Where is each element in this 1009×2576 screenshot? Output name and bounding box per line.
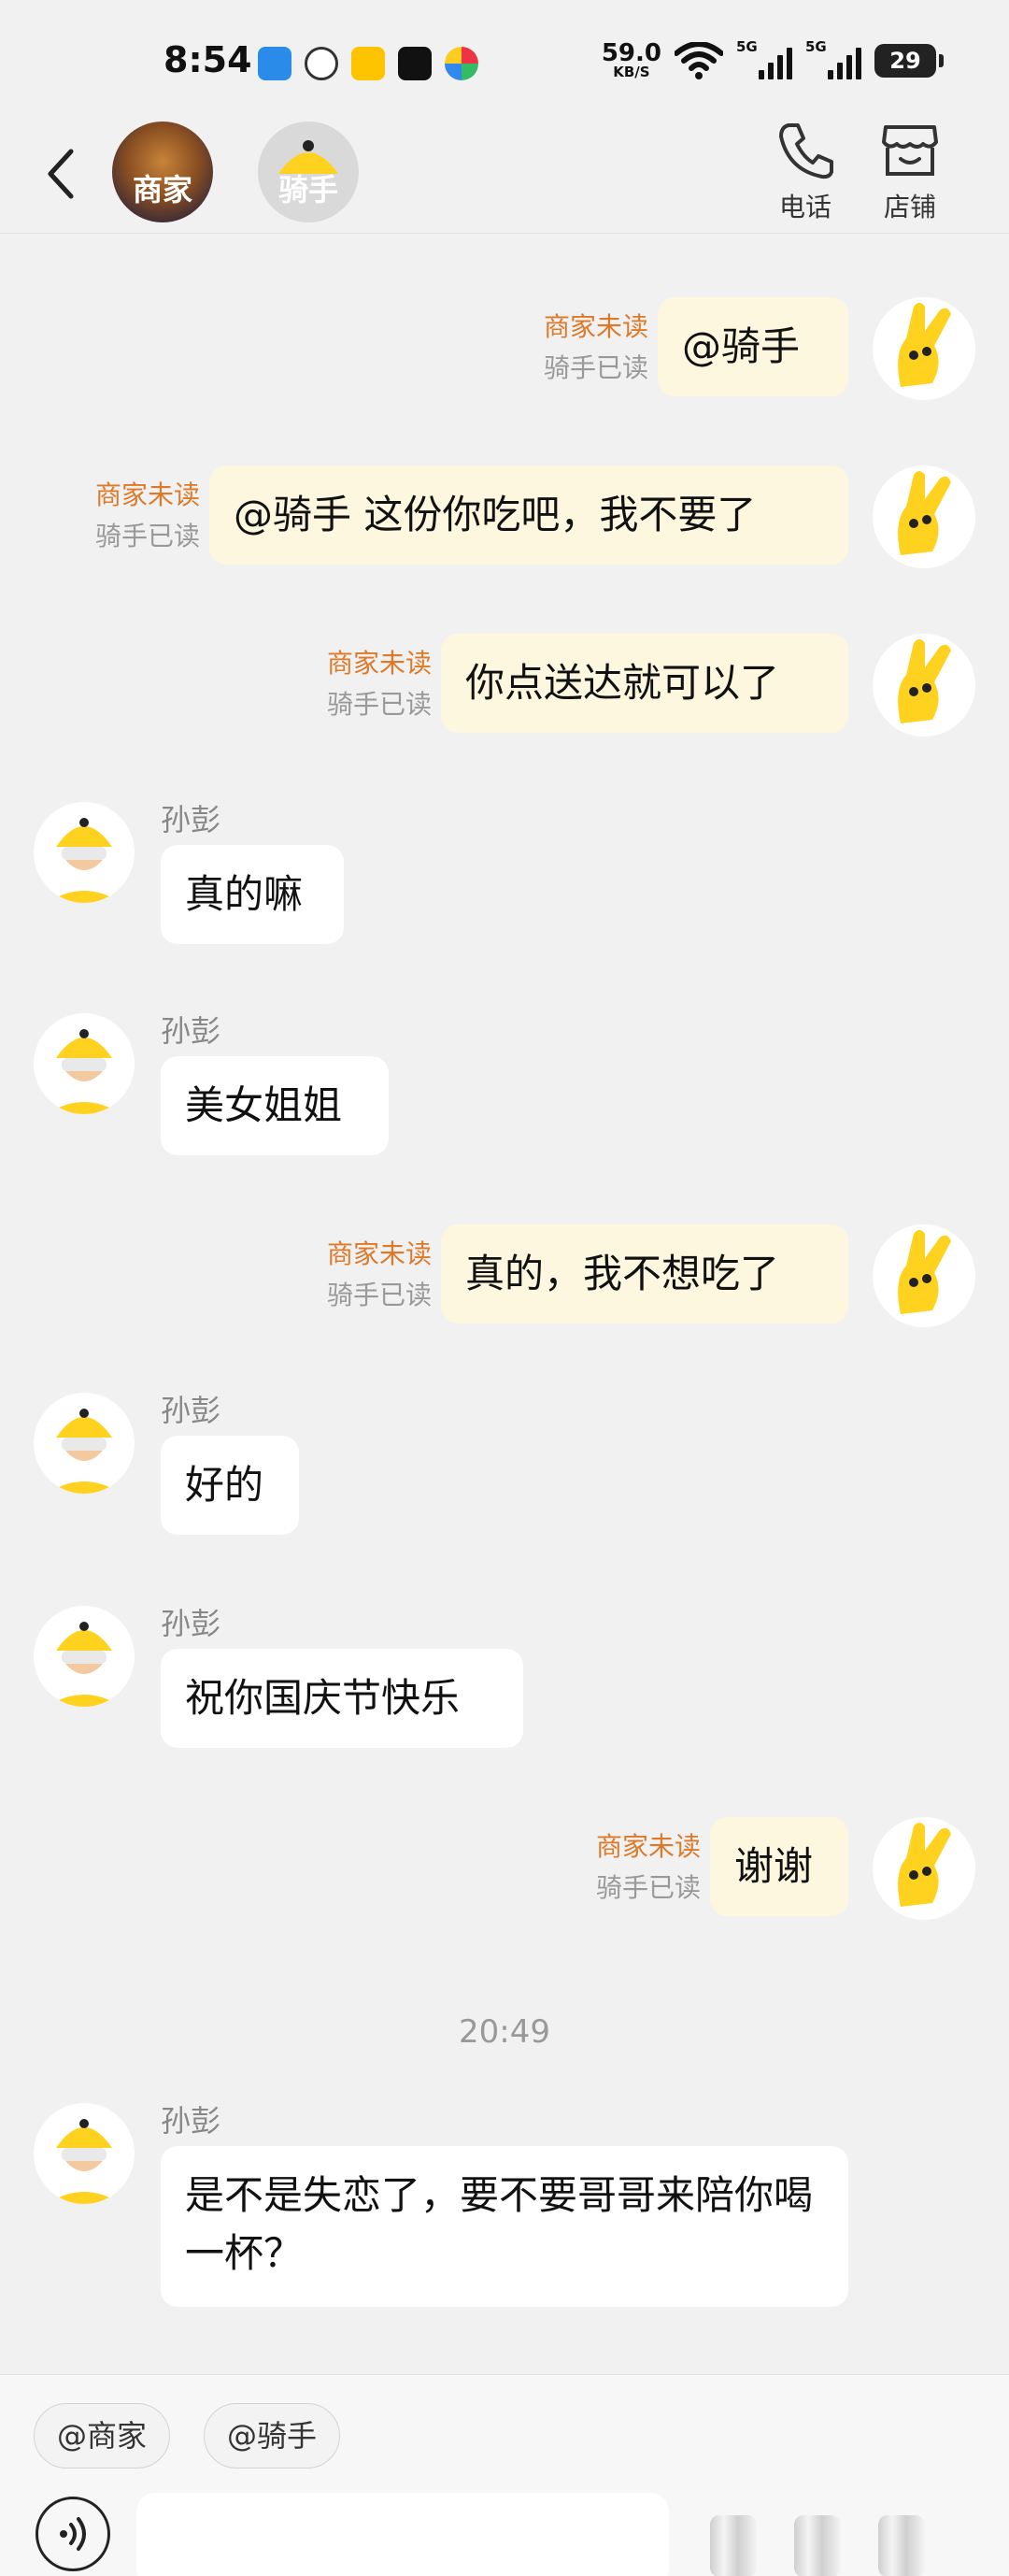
read-status: 商家未读 骑手已读 — [326, 648, 432, 720]
rider-face-icon — [47, 1029, 121, 1114]
notification-icons — [258, 47, 478, 80]
user-avatar[interactable] — [873, 634, 975, 737]
sender-name: 孙彭 — [161, 2103, 221, 2139]
incoming-message-bubble[interactable]: 真的嘛 — [161, 845, 344, 944]
rider-avatar-small[interactable] — [34, 1393, 135, 1494]
message-row: 商家未读 骑手已读 你点送达就可以了 — [0, 634, 1009, 737]
voice-icon — [60, 2517, 86, 2551]
back-arrow-icon[interactable] — [39, 146, 86, 202]
gesture-bar-hint — [710, 2515, 925, 2576]
read-status: 商家未读 骑手已读 — [543, 311, 648, 383]
chat-header: 商家 骑手 电话 店铺 — [0, 112, 1009, 234]
wifi-icon — [675, 41, 723, 79]
mention-merchant-chip[interactable]: @商家 — [34, 2403, 171, 2469]
mascot-hand-icon — [898, 471, 951, 555]
mention-rider-chip[interactable]: @骑手 — [204, 2403, 341, 2469]
outgoing-message-bubble[interactable]: 真的，我不想吃了 — [441, 1224, 848, 1324]
status-bar: 8:54 59.0 KB/S 5G 5G 29 — [0, 0, 1009, 122]
outgoing-message-bubble[interactable]: @骑手 — [658, 297, 848, 396]
message-row: 商家未读 骑手已读 真的，我不想吃了 — [0, 1224, 1009, 1327]
message-row: 商家未读 骑手已读 @骑手 这份你吃吧，我不要了 — [0, 465, 1009, 568]
incoming-message-bubble[interactable]: 好的 — [161, 1436, 299, 1535]
rider-avatar[interactable]: 骑手 — [258, 122, 359, 222]
phone-icon — [779, 123, 833, 179]
network-speed: 59.0 KB/S — [601, 39, 661, 80]
rider-face-icon — [47, 1409, 121, 1494]
sender-name: 孙彭 — [161, 802, 221, 837]
user-avatar[interactable] — [873, 297, 975, 400]
meituan-app-icon — [351, 47, 385, 80]
rider-avatar-small[interactable] — [34, 1013, 135, 1114]
rider-avatar-small[interactable] — [34, 2103, 135, 2204]
battery-icon: 29 — [874, 43, 944, 78]
outgoing-message-bubble[interactable]: 你点送达就可以了 — [441, 634, 848, 733]
read-status: 商家未读 骑手已读 — [326, 1238, 432, 1310]
message-row: 商家未读 骑手已读 @骑手 — [0, 297, 1009, 400]
outgoing-message-bubble[interactable]: 谢谢 — [710, 1817, 848, 1916]
incoming-message-bubble[interactable]: 是不是失恋了，要不要哥哥来陪你喝一杯？ — [161, 2146, 848, 2307]
message-row: 孙彭 好的 — [0, 1387, 1009, 1546]
mascot-hand-icon — [898, 1230, 951, 1314]
mascot-hand-icon — [898, 1823, 951, 1907]
read-status: 商家未读 骑手已读 — [94, 479, 200, 551]
fish-live-app-icon — [258, 47, 291, 80]
message-row: 商家未读 骑手已读 谢谢 — [0, 1817, 1009, 1920]
shop-icon — [882, 125, 938, 176]
message-row: 孙彭 真的嘛 — [0, 796, 1009, 955]
message-row: 孙彭 是不是失恋了，要不要哥哥来陪你喝一杯？ — [0, 2097, 1009, 2312]
read-status: 商家未读 骑手已读 — [595, 1831, 701, 1903]
status-time: 8:54 — [163, 39, 252, 80]
sender-name: 孙彭 — [161, 1013, 221, 1049]
message-row: 孙彭 美女姐姐 — [0, 1008, 1009, 1166]
incoming-message-bubble[interactable]: 美女姐姐 — [161, 1056, 389, 1155]
message-input[interactable] — [136, 2493, 669, 2576]
phone-button[interactable]: 电话 — [768, 122, 843, 224]
rider-avatar-small[interactable] — [34, 1606, 135, 1707]
rider-face-icon — [47, 2119, 121, 2204]
merchant-avatar[interactable]: 商家 — [112, 122, 213, 222]
input-area: @商家 @骑手 — [0, 2374, 1009, 2576]
photos-app-icon — [445, 47, 478, 80]
rider-face-icon — [47, 1622, 121, 1707]
wechat-icon — [305, 47, 338, 80]
time-divider: 20:49 — [459, 2013, 550, 2051]
sender-name: 孙彭 — [161, 1393, 221, 1428]
cell-signal-1-icon: 5G — [736, 38, 792, 79]
incoming-message-bubble[interactable]: 祝你国庆节快乐 — [161, 1649, 523, 1748]
mascot-hand-icon — [898, 303, 951, 387]
voice-input-button[interactable] — [36, 2497, 110, 2571]
mascot-hand-icon — [898, 639, 951, 723]
outgoing-message-bubble[interactable]: @骑手 这份你吃吧，我不要了 — [209, 465, 848, 565]
rider-face-icon — [47, 818, 121, 903]
message-row: 孙彭 祝你国庆节快乐 — [0, 1600, 1009, 1759]
sender-name: 孙彭 — [161, 1606, 221, 1641]
user-avatar[interactable] — [873, 465, 975, 568]
cell-signal-2-icon: 5G — [805, 38, 861, 79]
user-avatar[interactable] — [873, 1224, 975, 1327]
user-avatar[interactable] — [873, 1817, 975, 1920]
shop-button[interactable]: 店铺 — [873, 122, 947, 224]
capcut-app-icon — [398, 47, 432, 80]
rider-avatar-small[interactable] — [34, 802, 135, 903]
